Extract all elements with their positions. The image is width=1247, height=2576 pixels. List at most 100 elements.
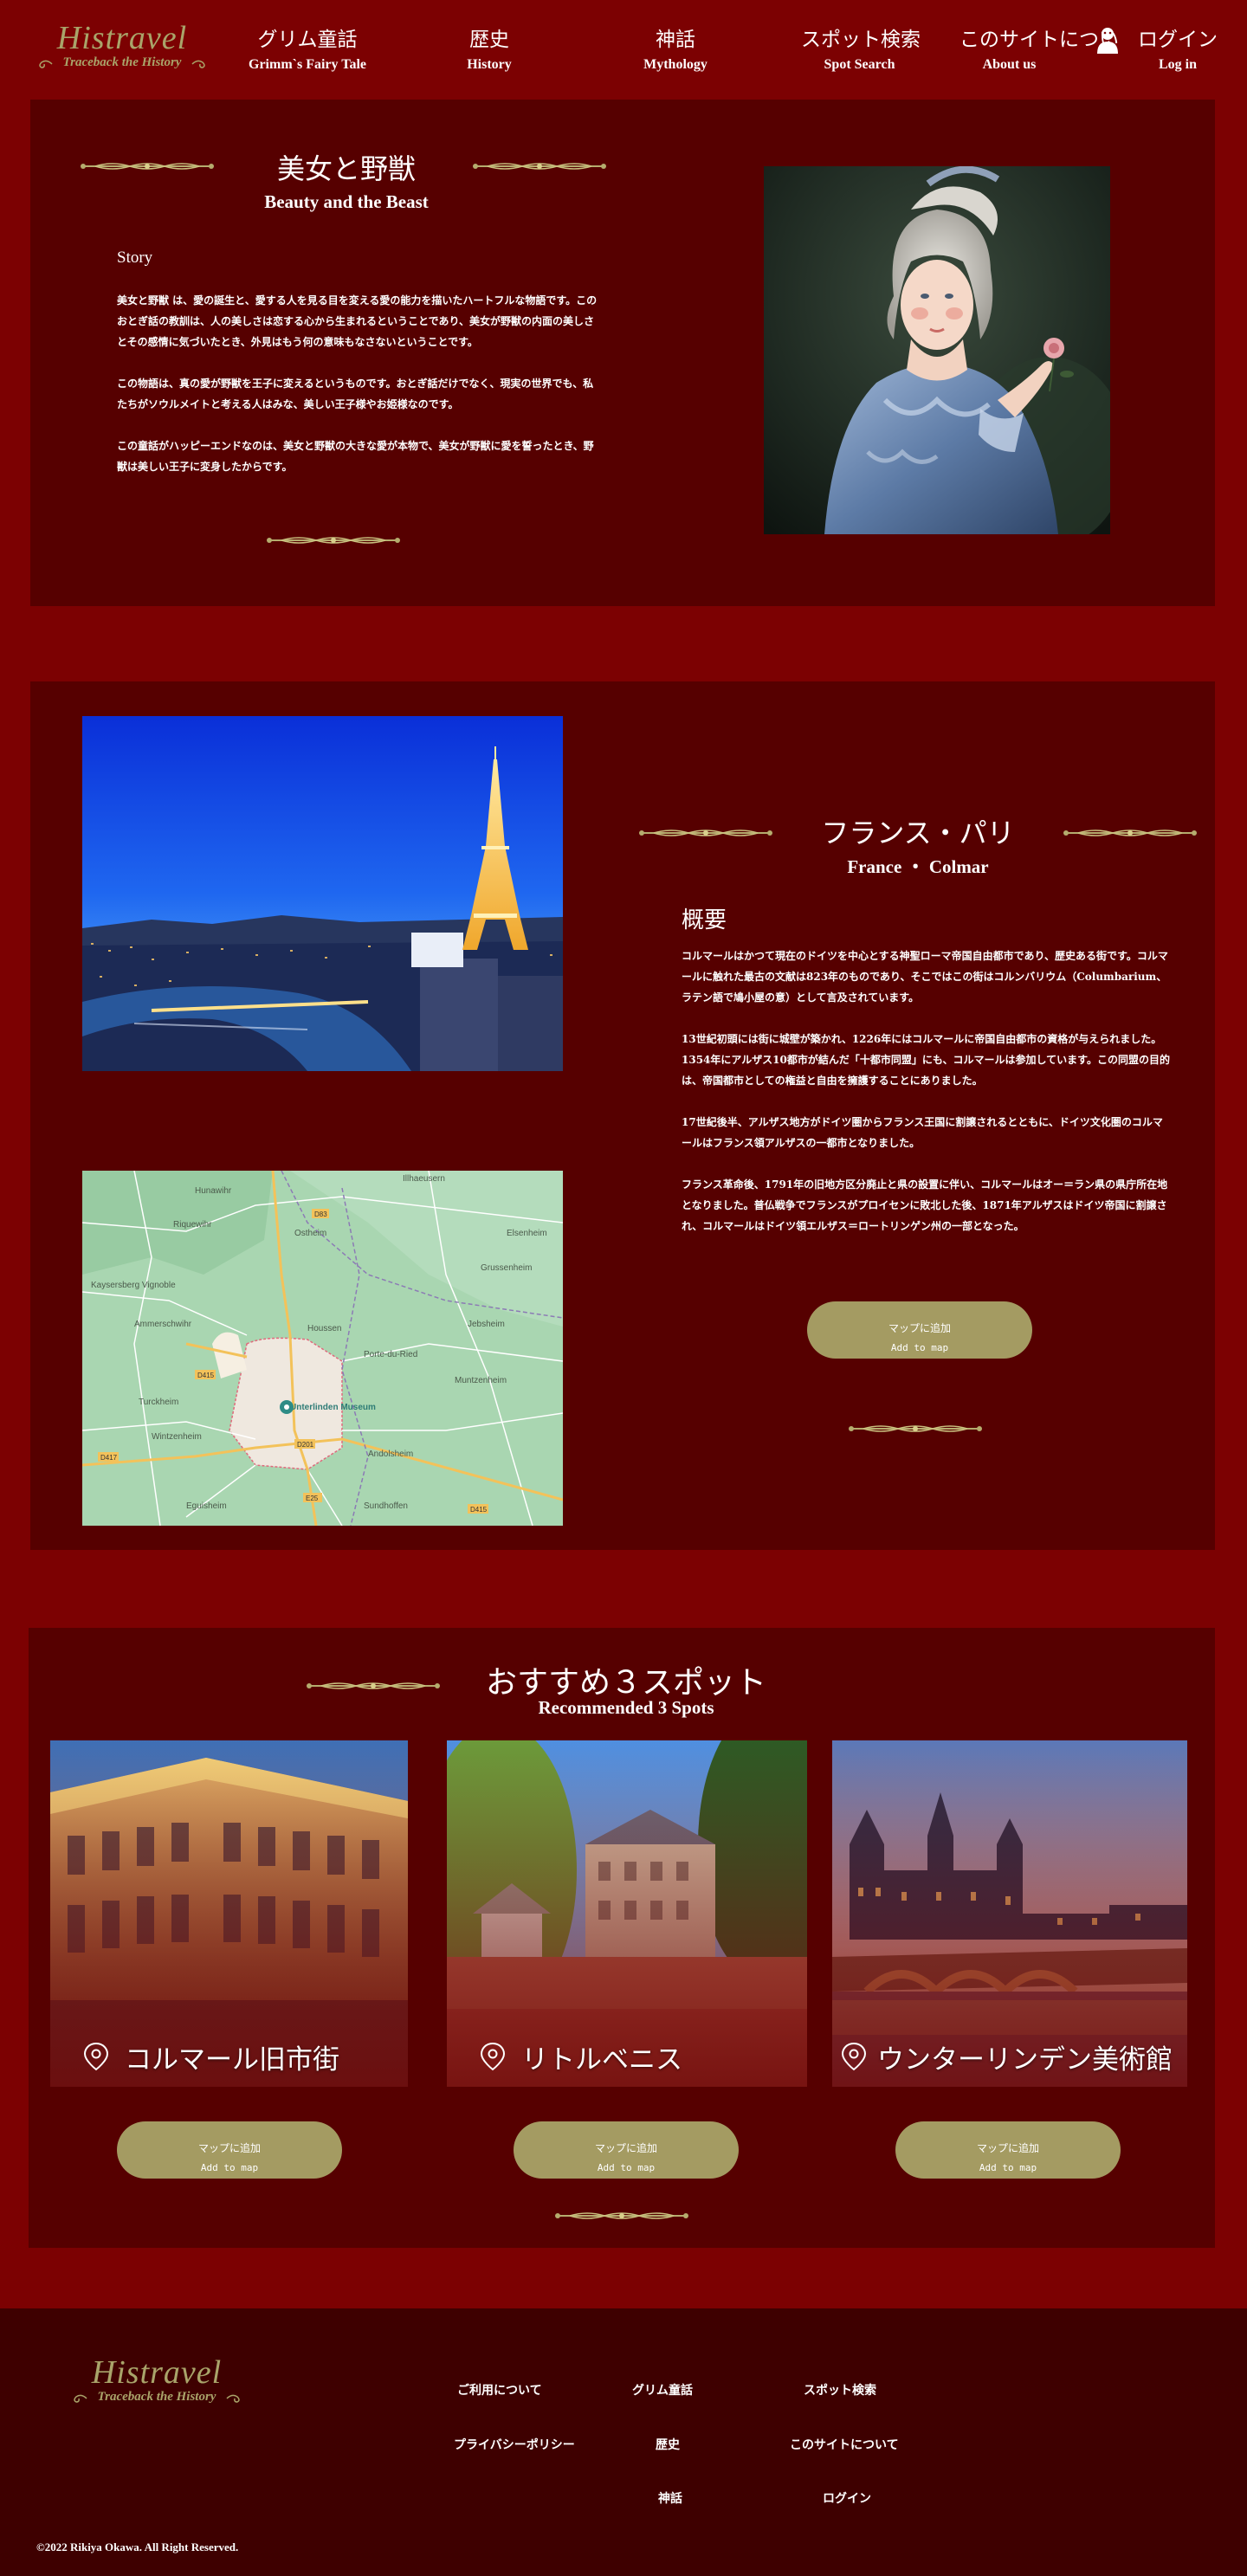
logo-swirl-right-icon xyxy=(226,2394,240,2403)
nav-spot-search-jp: スポット検索 xyxy=(801,29,921,51)
map-label: Jebsheim xyxy=(468,1320,505,1329)
nav-grimm-en: Grimm`s Fairy Tale xyxy=(249,57,366,72)
ornament-left-icon xyxy=(78,160,216,172)
logo-swirl-right-icon xyxy=(191,60,205,68)
nav-grimm[interactable]: グリム童話 Grimm`s Fairy Tale xyxy=(238,23,377,73)
footer-link-history[interactable]: 歴史 xyxy=(656,2436,680,2453)
nav-login[interactable]: ログイン Log in xyxy=(1134,23,1221,73)
add-to-map-button[interactable]: マップに追加 Add to map xyxy=(807,1301,1032,1359)
add-to-map-label-en: Add to map xyxy=(597,2162,656,2173)
nav-spot-search-en: Spot Search xyxy=(824,57,895,72)
nav-grimm-jp: グリム童話 xyxy=(257,29,358,51)
add-to-map-label-en: Add to map xyxy=(200,2162,259,2173)
map-label: Andolsheim xyxy=(368,1449,413,1459)
ornament-bottom-icon xyxy=(846,1423,985,1435)
nav-history-en: History xyxy=(467,57,512,72)
nav-mythology-jp: 神話 xyxy=(656,29,695,51)
ornament-bottom-icon xyxy=(552,2210,691,2222)
nav-mythology-en: Mythology xyxy=(643,57,707,72)
nav-mythology[interactable]: 神話 Mythology xyxy=(632,23,719,73)
map-label: Muntzenheim xyxy=(455,1376,507,1385)
story-body: 美女と野獣 は、愛の誕生と、愛する人を見る目を変える愛の能力を描いたハートフルな… xyxy=(117,290,602,498)
nav-history[interactable]: 歴史 History xyxy=(446,23,533,73)
spot-label: リトルベニス xyxy=(447,2035,807,2078)
logo-tagline: Traceback the History xyxy=(62,55,182,69)
map-label: Grussenheim xyxy=(481,1263,532,1273)
logo-text: Histravel xyxy=(91,2354,223,2391)
logo-swirl-left-icon xyxy=(39,60,53,68)
site-footer: Histravel Traceback the History ご利用について … xyxy=(0,2308,1247,2576)
road-label: D415 xyxy=(470,1506,488,1514)
spot-label: ウンターリンデン美術館 xyxy=(832,2035,1187,2078)
story-panel: 美女と野獣 Beauty and the Beast Story 美女と野獣 は… xyxy=(30,100,1215,606)
footer-logo[interactable]: Histravel Traceback the History xyxy=(66,2350,248,2411)
map-label: Ostheim xyxy=(294,1229,326,1238)
map-label: Unterlinden Museum xyxy=(290,1403,376,1412)
colmar-map[interactable]: Hunawihr Illhaeusern Riquewihr Ostheim K… xyxy=(82,1171,563,1526)
map-label: Sundhoffen xyxy=(364,1501,408,1511)
site-header: Histravel Traceback the History グリム童話 Gr… xyxy=(0,0,1247,87)
story-heading: Story xyxy=(117,249,153,267)
story-paragraph: 美女と野獣 は、愛の誕生と、愛する人を見る目を変える愛の能力を描いたハートフルな… xyxy=(117,294,598,348)
ornament-right-icon xyxy=(1061,827,1199,839)
road-label: D83 xyxy=(314,1211,327,1218)
location-pin-icon xyxy=(480,2042,506,2071)
logo-swirl-left-icon xyxy=(74,2394,87,2403)
place-paragraph: 17世紀後半、アルザス地方がドイツ圏からフランス王国に割譲されるとともに、ドイツ… xyxy=(682,1116,1163,1149)
map-label: Wintzenheim xyxy=(152,1432,202,1442)
footer-link-mythology[interactable]: 神話 xyxy=(658,2489,682,2507)
map-label: Ammerschwihr xyxy=(134,1320,192,1329)
map-label: Hunawihr xyxy=(195,1186,232,1196)
place-title-en: France ・ Colmar xyxy=(847,856,989,877)
nav-about-en: About us xyxy=(982,57,1037,72)
nav-spot-search[interactable]: スポット検索 Spot Search xyxy=(801,23,921,73)
location-pin-icon xyxy=(841,2042,867,2071)
ornament-right-icon xyxy=(470,160,609,172)
spot-card[interactable]: コルマール旧市街 xyxy=(50,1740,408,2087)
spot-card[interactable]: ウンターリンデン美術館 xyxy=(832,1740,1187,2087)
add-to-map-label-jp: マップに追加 xyxy=(197,2142,261,2154)
add-to-map-button[interactable]: マップに追加 Add to map xyxy=(514,2121,739,2179)
map-label: Elsenheim xyxy=(507,1229,547,1238)
story-paragraph: この物語は、真の愛が野獣を王子に変えるというものです。おとぎ話だけでなく、現実の… xyxy=(117,378,594,410)
map-label: Turckheim xyxy=(139,1398,178,1407)
map-label: Houssen xyxy=(307,1324,341,1333)
footer-link-grimm[interactable]: グリム童話 xyxy=(632,2381,693,2398)
site-logo[interactable]: Histravel Traceback the History xyxy=(31,16,213,76)
add-to-map-label-jp: マップに追加 xyxy=(976,2142,1039,2154)
story-title-en: Beauty and the Beast xyxy=(264,191,429,212)
road-label: D201 xyxy=(297,1441,314,1449)
map-label: Riquewihr xyxy=(173,1220,212,1230)
story-paragraph: この童話がハッピーエンドなのは、美女と野獣の大きな愛が本物で、美女が野獣に愛を誓… xyxy=(117,440,594,473)
add-to-map-button[interactable]: マップに追加 Add to map xyxy=(117,2121,342,2179)
ornament-left-icon xyxy=(304,1680,443,1692)
footer-link-spot[interactable]: スポット検索 xyxy=(804,2381,876,2398)
place-body: コルマールはかつて現在のドイツを中心とする神聖ローマ帝国自由都市であり、歴史ある… xyxy=(682,946,1171,1257)
footer-link-privacy[interactable]: プライバシーポリシー xyxy=(454,2436,575,2453)
add-to-map-label-en: Add to map xyxy=(890,1342,949,1353)
footer-link-terms[interactable]: ご利用について xyxy=(457,2381,542,2398)
footer-link-about[interactable]: このサイトについて xyxy=(790,2436,899,2453)
footer-link-login[interactable]: ログイン xyxy=(823,2489,871,2507)
map-label: Illhaeusern xyxy=(403,1174,445,1184)
user-icon[interactable] xyxy=(1095,24,1121,55)
nav-history-jp: 歴史 xyxy=(469,29,509,51)
spot-label: コルマール旧市街 xyxy=(50,2035,408,2078)
nav-login-en: Log in xyxy=(1158,57,1197,72)
add-to-map-button[interactable]: マップに追加 Add to map xyxy=(895,2121,1121,2179)
add-to-map-label-en: Add to map xyxy=(979,2162,1037,2173)
map-label: Kaysersberg Vignoble xyxy=(91,1281,176,1290)
spots-title-en: Recommended 3 Spots xyxy=(538,1697,714,1718)
spot-name: ウンターリンデン美術館 xyxy=(877,2043,1173,2076)
paris-photo xyxy=(82,716,563,1071)
copyright-text: ©2022 Rikiya Okawa. All Right Reserved. xyxy=(36,2540,239,2553)
place-paragraph: フランス革命後、1791年の旧地方区分廃止と県の設置に伴い、コルマールはオー＝ラ… xyxy=(682,1178,1168,1232)
spots-title-jp: おすすめ３スポット xyxy=(485,1665,766,1701)
place-paragraph: コルマールはかつて現在のドイツを中心とする神聖ローマ帝国自由都市であり、歴史ある… xyxy=(682,950,1168,1004)
road-label: E25 xyxy=(306,1495,319,1502)
spot-card[interactable]: リトルベニス xyxy=(447,1740,807,2087)
nav-login-jp: ログイン xyxy=(1138,29,1218,51)
spot-name: コルマール旧市街 xyxy=(125,2043,339,2076)
portrait-painting xyxy=(764,166,1110,534)
spots-panel: おすすめ３スポット Recommended 3 Spots コルマール旧市街 リ… xyxy=(29,1628,1215,2248)
